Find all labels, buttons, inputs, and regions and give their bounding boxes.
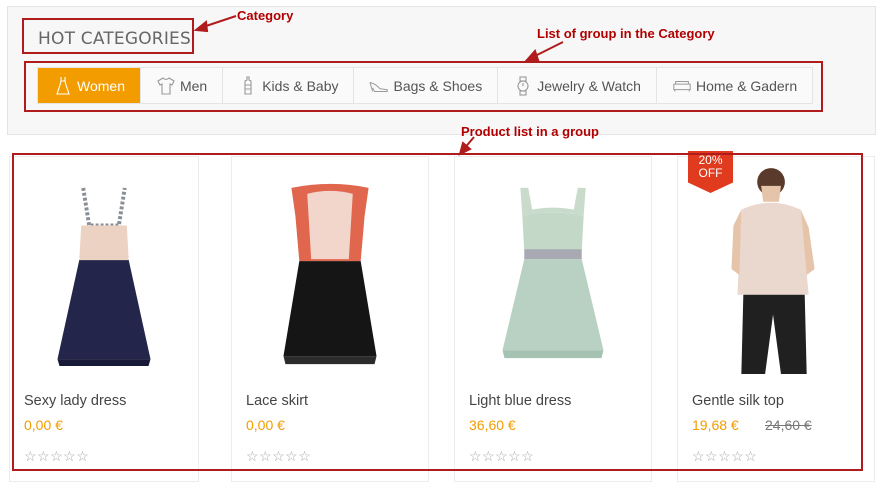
annotation-group-list: List of group in the Category: [537, 26, 715, 41]
tab-home-gadern[interactable]: Home & Gadern: [657, 68, 812, 103]
product-list-annotation-frame: [12, 153, 863, 471]
tab-label: Home & Gadern: [695, 77, 798, 94]
annotation-product-list: Product list in a group: [461, 124, 599, 139]
tab-bags-shoes[interactable]: Bags & Shoes: [354, 68, 499, 103]
tab-label: Jewelry & Watch: [537, 77, 641, 94]
category-group-tabs: Women Men Kids & Baby Bags & Shoes Jewel…: [37, 67, 814, 104]
tshirt-icon: [156, 76, 176, 96]
dress-icon: [53, 76, 73, 96]
high-heel-icon: [369, 76, 389, 96]
tab-men[interactable]: Men: [141, 68, 224, 103]
watch-icon: [513, 75, 533, 96]
tab-women[interactable]: Women: [38, 68, 141, 103]
annotation-category: Category: [237, 8, 294, 23]
tab-label: Men: [179, 77, 208, 94]
category-title: HOT CATEGORIES: [22, 18, 194, 54]
tab-label: Kids & Baby: [262, 77, 339, 94]
sofa-icon: [672, 76, 692, 96]
tab-jewelry-watch[interactable]: Jewelry & Watch: [498, 68, 657, 103]
tab-label: Women: [77, 77, 125, 94]
tab-kids-baby[interactable]: Kids & Baby: [223, 68, 355, 103]
tab-label: Bags & Shoes: [393, 77, 483, 94]
baby-bottle-icon: [238, 75, 258, 96]
